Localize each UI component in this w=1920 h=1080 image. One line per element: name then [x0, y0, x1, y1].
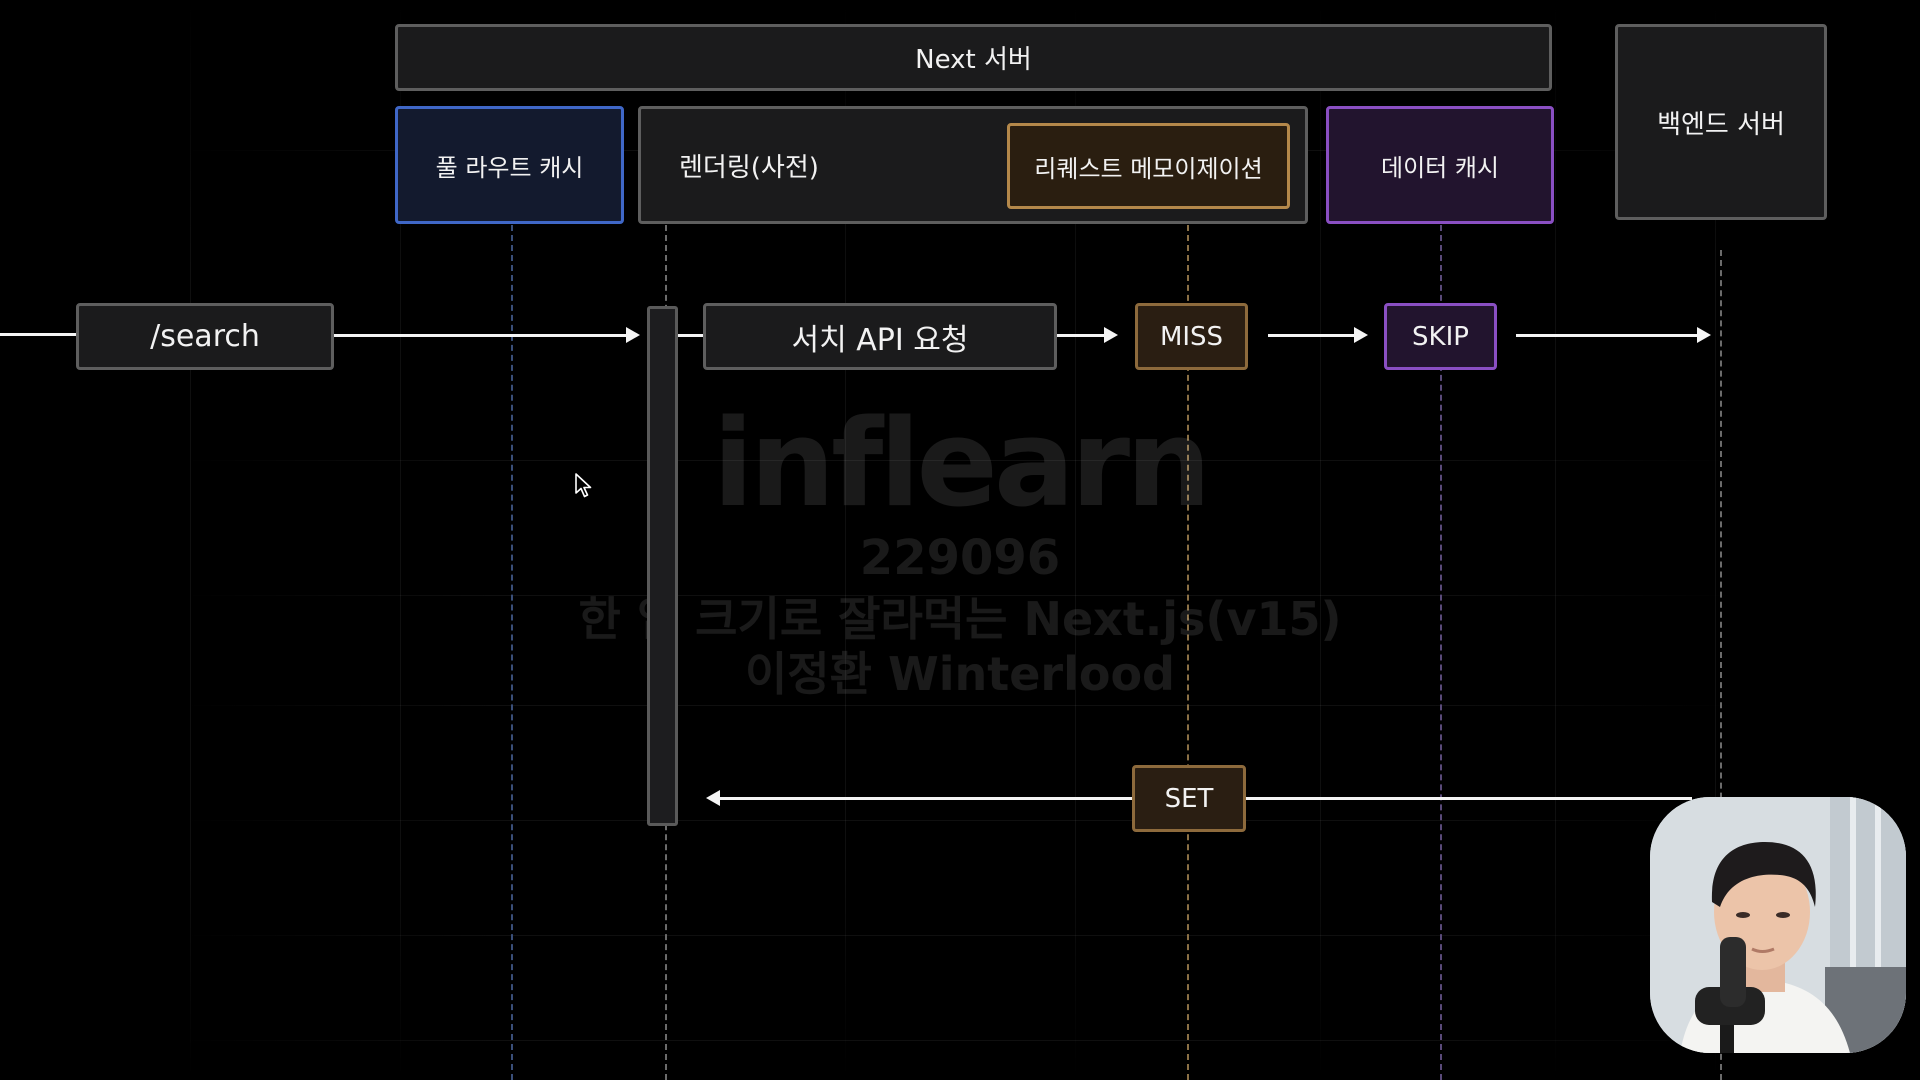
lifeline-full-route-cache: [511, 225, 513, 1080]
watermark-id: 229096: [859, 530, 1061, 586]
skip-badge: SKIP: [1384, 303, 1497, 370]
arrow-to-backend-line: [1516, 334, 1704, 337]
miss-badge: MISS: [1135, 303, 1248, 370]
grid-line: [180, 820, 1740, 821]
full-route-cache-box: 풀 라우트 캐시: [395, 106, 624, 224]
arrow-head-right: [1104, 327, 1118, 343]
api-request-box: 서치 API 요청: [703, 303, 1057, 370]
grid-line: [180, 935, 1740, 936]
route-search-box: /search: [76, 303, 334, 370]
backend-server-box: 백엔드 서버: [1615, 24, 1827, 220]
watermark-brand: inflearn: [712, 395, 1212, 534]
arrow-to-skip-line: [1268, 334, 1364, 337]
arrow-head-right: [626, 327, 640, 343]
arrow-head-left: [706, 790, 720, 806]
response-line-right: [1246, 797, 1692, 800]
grid-line: [1555, 0, 1556, 1080]
arrow-head-right: [1697, 327, 1711, 343]
grid-line: [180, 705, 1740, 706]
grid-line: [1320, 0, 1321, 1080]
rendering-label: 렌더링(사전): [679, 152, 819, 183]
mouse-pointer-icon: [575, 473, 593, 503]
grid-line: [190, 0, 191, 1080]
presenter-webcam: [1650, 797, 1906, 1053]
data-cache-box: 데이터 캐시: [1326, 106, 1554, 224]
set-badge: SET: [1132, 765, 1246, 832]
sequence-diagram: inflearn 229096 한 입 크기로 잘라먹는 Next.js(v15…: [0, 0, 1920, 1080]
request-memoization-box: 리퀘스트 메모이제이션: [1007, 123, 1290, 209]
next-server-header: Next 서버: [395, 24, 1552, 91]
arrow-head-right: [1354, 327, 1368, 343]
response-line-left: [718, 797, 1134, 800]
incoming-request-line: [0, 333, 78, 336]
bar-to-api-line: [678, 334, 704, 337]
rendering-activation-bar: [647, 306, 678, 826]
watermark-author: 이정환 Winterlood: [744, 647, 1175, 701]
grid-line: [180, 1040, 1740, 1041]
arrow-to-render-line: [334, 334, 626, 337]
